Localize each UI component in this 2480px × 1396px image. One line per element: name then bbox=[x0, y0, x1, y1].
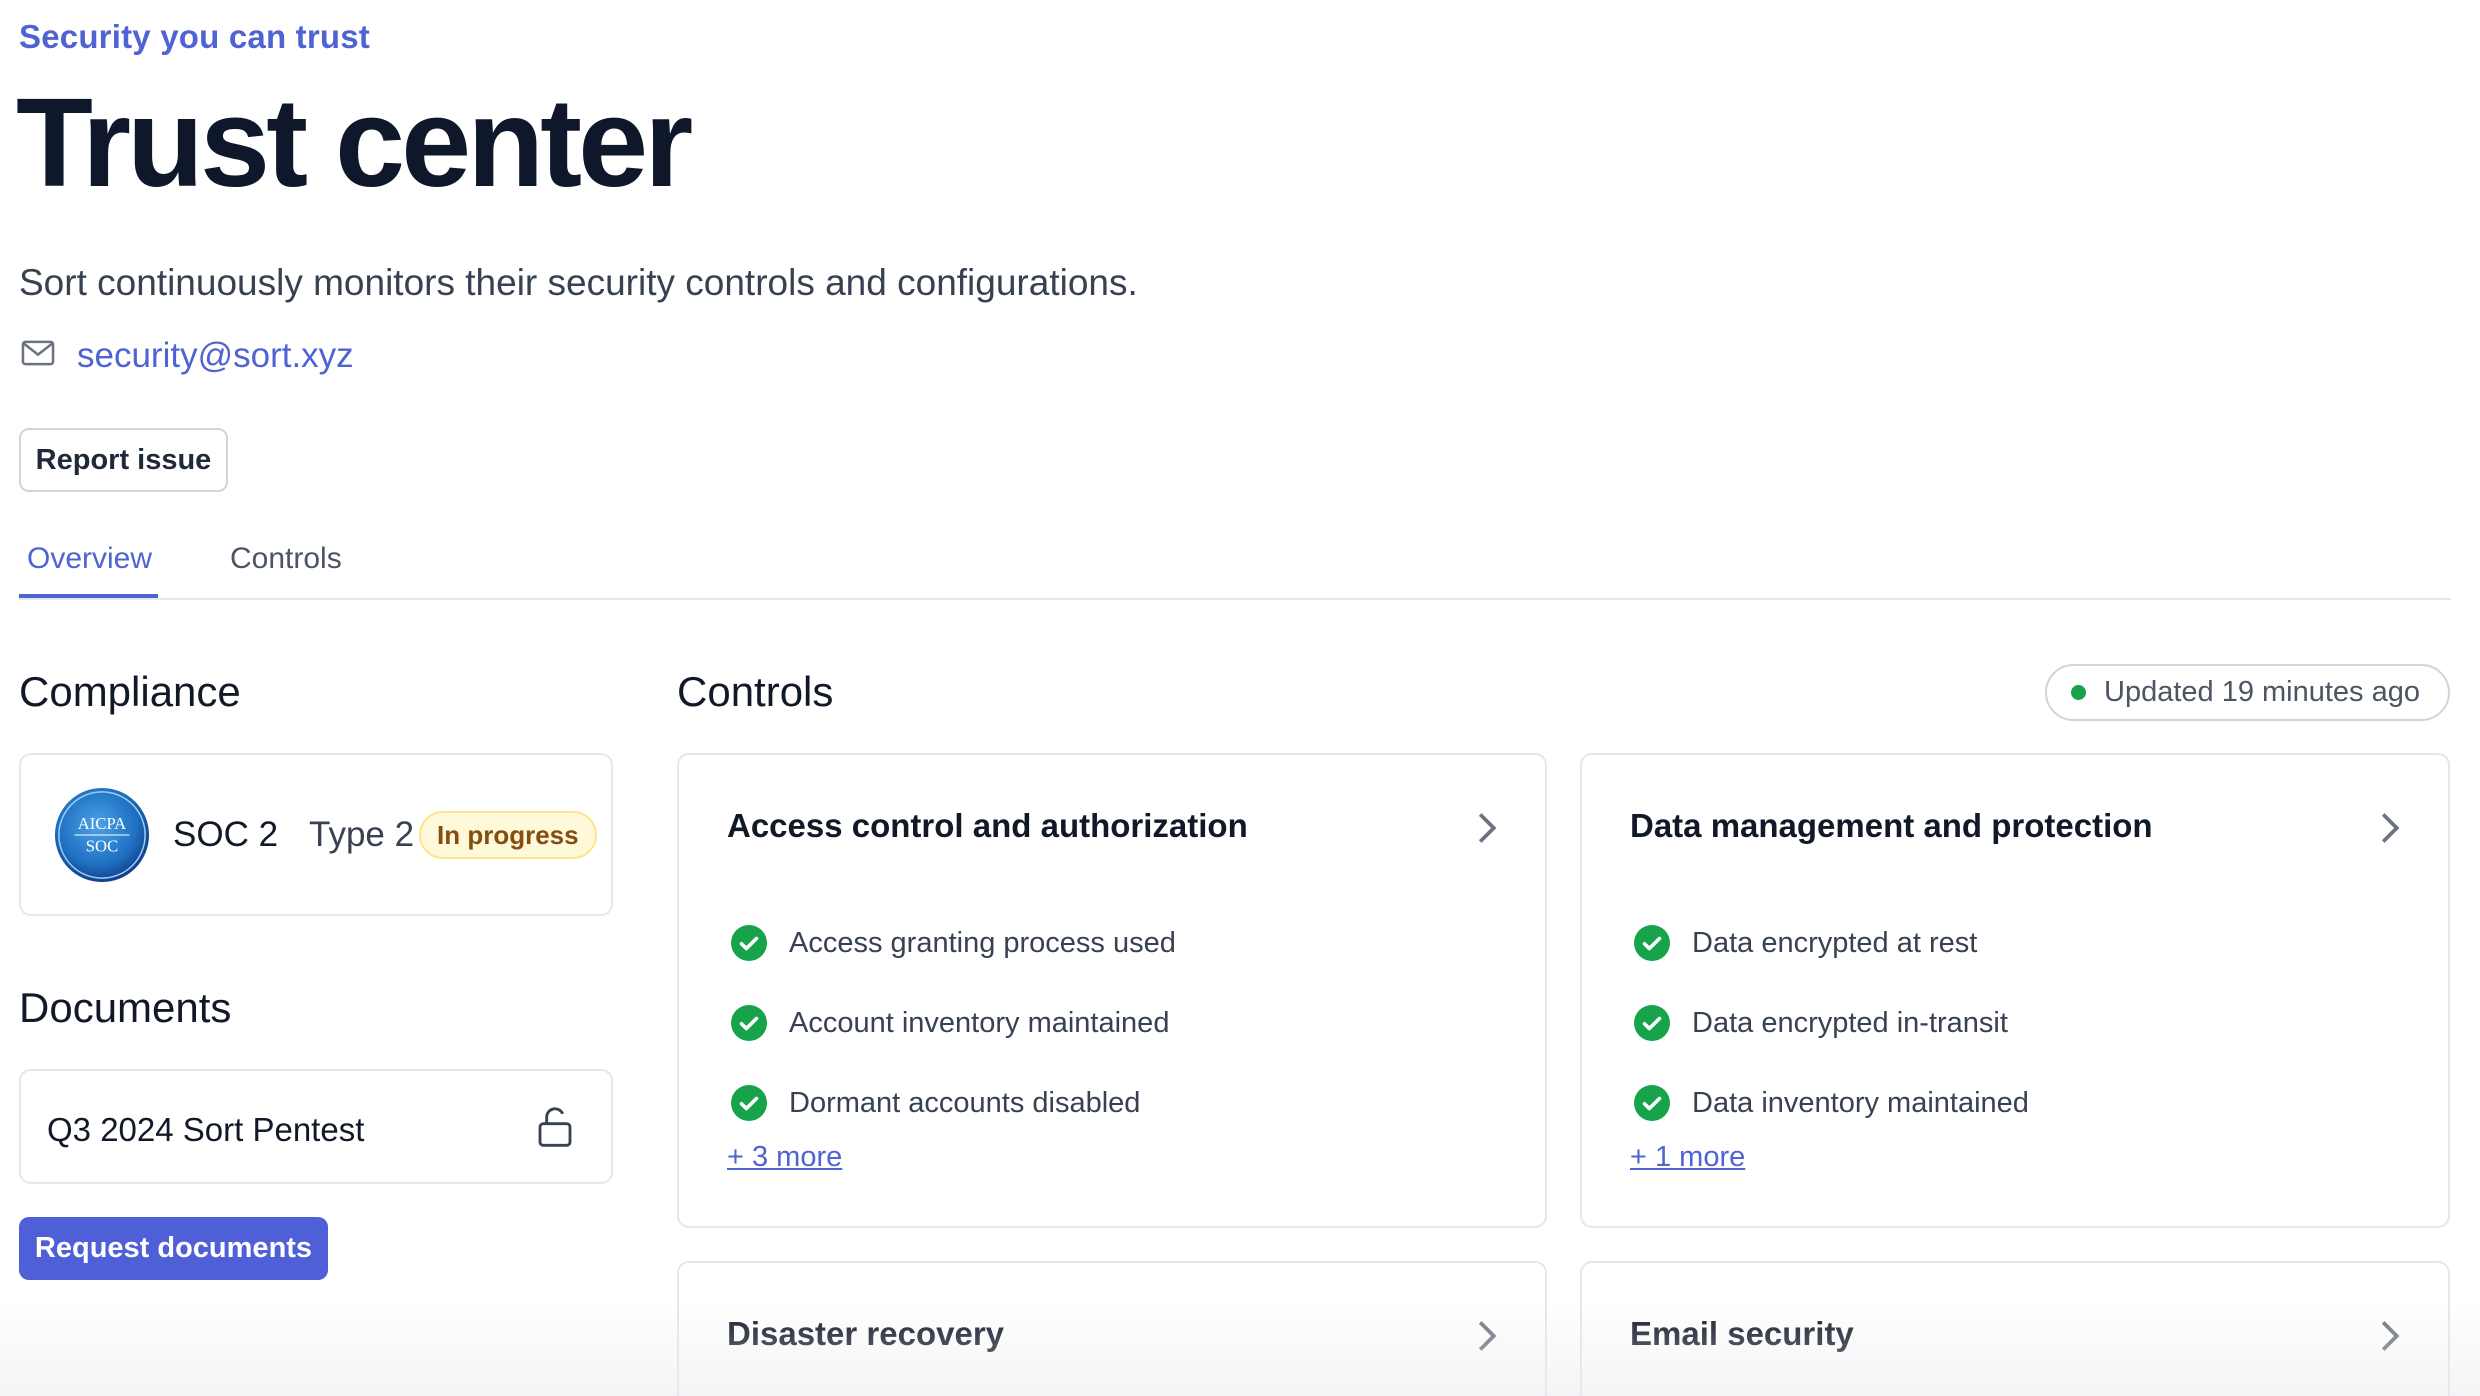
chevron-right-icon[interactable] bbox=[1473, 811, 1501, 845]
control-items-list: Data encrypted at rest Data encrypted in… bbox=[1634, 903, 2029, 1143]
control-item-label: Data inventory maintained bbox=[1692, 1086, 2029, 1119]
compliance-type: Type 2 bbox=[309, 815, 415, 854]
documents-heading: Documents bbox=[19, 984, 232, 1031]
control-card-email-security[interactable]: Email security bbox=[1580, 1261, 2450, 1396]
unlock-icon bbox=[538, 1107, 572, 1147]
status-badge: In progress bbox=[419, 811, 597, 859]
control-card-title: Data management and protection bbox=[1630, 807, 2153, 844]
soc2-compliance-card[interactable]: AICPA SOC SOC 2 Type 2 In progress bbox=[19, 753, 613, 916]
list-item: Data encrypted at rest bbox=[1634, 903, 2029, 983]
updated-status-pill: Updated 19 minutes ago bbox=[2045, 664, 2450, 721]
report-issue-button[interactable]: Report issue bbox=[19, 428, 228, 492]
control-item-label: Account inventory maintained bbox=[789, 1006, 1170, 1039]
status-dot-icon bbox=[2071, 685, 2086, 700]
check-circle-icon bbox=[1634, 1085, 1670, 1121]
mail-icon bbox=[19, 334, 57, 377]
request-documents-button[interactable]: Request documents bbox=[19, 1217, 328, 1280]
eyebrow-text: Security you can trust bbox=[19, 18, 370, 55]
more-controls-link[interactable]: + 3 more bbox=[727, 1141, 842, 1174]
check-circle-icon bbox=[731, 1005, 767, 1041]
list-item: Data inventory maintained bbox=[1634, 1063, 2029, 1143]
control-card-data-management[interactable]: Data management and protection Data encr… bbox=[1580, 753, 2450, 1228]
control-card-title: Disaster recovery bbox=[727, 1315, 1005, 1352]
more-controls-link[interactable]: + 1 more bbox=[1630, 1141, 1745, 1174]
control-item-label: Dormant accounts disabled bbox=[789, 1086, 1141, 1119]
control-item-label: Access granting process used bbox=[789, 926, 1176, 959]
control-card-disaster-recovery[interactable]: Disaster recovery bbox=[677, 1261, 1547, 1396]
control-item-label: Data encrypted at rest bbox=[1692, 926, 1978, 959]
compliance-heading: Compliance bbox=[19, 668, 241, 715]
chevron-right-icon[interactable] bbox=[1473, 1319, 1501, 1353]
check-circle-icon bbox=[1634, 925, 1670, 961]
tab-overview[interactable]: Overview bbox=[19, 542, 158, 598]
controls-heading: Controls bbox=[677, 668, 834, 715]
page-title: Trust center bbox=[16, 72, 693, 213]
control-items-list: Access granting process used Account inv… bbox=[731, 903, 1176, 1143]
logo-text-soc: SOC bbox=[86, 837, 118, 856]
document-name: Q3 2024 Sort Pentest bbox=[47, 1111, 365, 1148]
check-circle-icon bbox=[1634, 1005, 1670, 1041]
control-card-title: Email security bbox=[1630, 1315, 1854, 1352]
trust-center-page: Security you can trust Trust center Sort… bbox=[0, 0, 2480, 1396]
list-item: Data encrypted in-transit bbox=[1634, 983, 2029, 1063]
chevron-right-icon[interactable] bbox=[2376, 1319, 2404, 1353]
chevron-right-icon[interactable] bbox=[2376, 811, 2404, 845]
tab-controls[interactable]: Controls bbox=[230, 542, 342, 598]
document-item[interactable]: Q3 2024 Sort Pentest bbox=[19, 1069, 613, 1184]
contact-email-row: security@sort.xyz bbox=[19, 334, 354, 377]
check-circle-icon bbox=[731, 925, 767, 961]
tab-bar: Overview Controls bbox=[19, 530, 2451, 600]
list-item: Account inventory maintained bbox=[731, 983, 1176, 1063]
list-item: Dormant accounts disabled bbox=[731, 1063, 1176, 1143]
updated-text: Updated 19 minutes ago bbox=[2104, 676, 2420, 708]
control-card-access-control[interactable]: Access control and authorization Access … bbox=[677, 753, 1547, 1228]
security-email-link[interactable]: security@sort.xyz bbox=[77, 336, 354, 376]
page-subtitle: Sort continuously monitors their securit… bbox=[19, 262, 1138, 303]
control-item-label: Data encrypted in-transit bbox=[1692, 1006, 2008, 1039]
compliance-name: SOC 2 bbox=[173, 815, 279, 854]
aicpa-soc-logo: AICPA SOC bbox=[54, 787, 150, 883]
list-item: Access granting process used bbox=[731, 903, 1176, 983]
control-card-title: Access control and authorization bbox=[727, 807, 1248, 844]
logo-text-aicpa: AICPA bbox=[78, 814, 126, 833]
check-circle-icon bbox=[731, 1085, 767, 1121]
